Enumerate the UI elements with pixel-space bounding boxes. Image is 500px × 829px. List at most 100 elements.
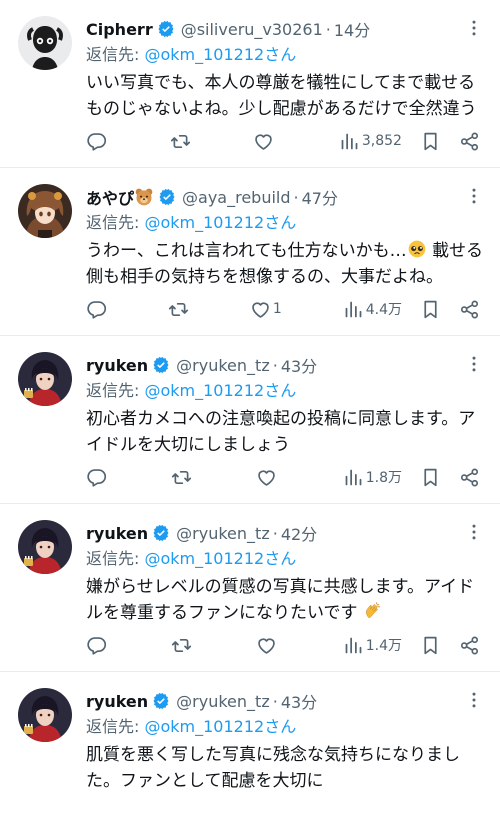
heart-icon bbox=[250, 299, 271, 320]
pleading-face-emoji-icon bbox=[407, 239, 427, 259]
user-handle[interactable]: @ryuken_tz bbox=[176, 692, 270, 711]
reply-mention-link[interactable]: @okm_101212さん bbox=[144, 45, 296, 64]
bear-emoji-icon bbox=[134, 187, 154, 207]
display-name[interactable]: ryuken bbox=[86, 356, 148, 375]
tweet-actions: 1.4万 bbox=[86, 633, 480, 657]
verified-badge-icon bbox=[152, 524, 170, 542]
display-name[interactable]: あやぴ bbox=[86, 185, 134, 209]
reply-tweet[interactable]: ryuken @ryuken_tz · 42分 返信先: @okm_101212… bbox=[0, 504, 500, 672]
right-actions: 3,852 bbox=[339, 131, 480, 152]
more-options-icon[interactable] bbox=[464, 690, 484, 710]
share-button[interactable] bbox=[459, 131, 480, 152]
display-name[interactable]: ryuken bbox=[86, 524, 148, 543]
reply-to-line: 返信先: @okm_101212さん bbox=[86, 378, 484, 404]
views-icon bbox=[343, 467, 364, 488]
bookmark-button[interactable] bbox=[420, 131, 441, 152]
user-handle[interactable]: @aya_rebuild bbox=[182, 188, 291, 207]
retweet-button[interactable] bbox=[168, 299, 189, 320]
reply-tweet[interactable]: あやぴ @aya_rebuild · 47分 返信先: @okm_101212さ… bbox=[0, 168, 500, 336]
bookmark-icon bbox=[420, 131, 441, 152]
reply-tweet[interactable]: Cipherr @siliveru_v30261 · 14分 返信先: @okm… bbox=[0, 0, 500, 168]
retweet-icon bbox=[168, 299, 189, 320]
retweet-button[interactable] bbox=[171, 467, 192, 488]
retweet-button[interactable] bbox=[171, 635, 192, 656]
views-button[interactable]: 1.8万 bbox=[343, 467, 402, 488]
reply-mention-link[interactable]: @okm_101212さん bbox=[144, 549, 296, 568]
reply-mention-link[interactable]: @okm_101212さん bbox=[144, 717, 296, 736]
timestamp[interactable]: 42分 bbox=[281, 521, 317, 545]
share-icon bbox=[459, 131, 480, 152]
reply-to-line: 返信先: @okm_101212さん bbox=[86, 210, 484, 236]
right-actions: 1.4万 bbox=[343, 635, 480, 656]
display-name[interactable]: Cipherr bbox=[86, 20, 153, 39]
timeline-feed: Cipherr @siliveru_v30261 · 14分 返信先: @okm… bbox=[0, 0, 500, 829]
share-icon bbox=[459, 467, 480, 488]
views-button[interactable]: 1.4万 bbox=[343, 635, 402, 656]
like-button[interactable]: 1 bbox=[250, 299, 282, 320]
bookmark-button[interactable] bbox=[420, 635, 441, 656]
ryuken-avatar[interactable] bbox=[18, 688, 72, 742]
display-name[interactable]: ryuken bbox=[86, 692, 148, 711]
user-handle[interactable]: @ryuken_tz bbox=[176, 524, 270, 543]
like-count: 1 bbox=[272, 301, 282, 317]
tweet-text: いい写真でも、本人の尊厳を犠牲にしてまで載せるものじゃないよね。少し配慮があるだ… bbox=[86, 73, 477, 119]
reply-button[interactable] bbox=[86, 635, 107, 656]
tweet-text: うわー、これは言われても仕方ないかも… 載せる側も相手の気持ちを想像するの、大事… bbox=[86, 238, 484, 290]
like-button[interactable] bbox=[253, 131, 276, 152]
views-button[interactable]: 3,852 bbox=[339, 131, 402, 152]
retweet-icon bbox=[171, 635, 192, 656]
timestamp[interactable]: 47分 bbox=[302, 185, 338, 209]
tweet-text-part: うわー、これは言われても仕方ないかも… bbox=[86, 241, 407, 261]
like-button[interactable] bbox=[256, 467, 279, 488]
retweet-button[interactable] bbox=[170, 131, 191, 152]
view-count: 3,852 bbox=[361, 133, 402, 149]
share-button[interactable] bbox=[459, 635, 480, 656]
cipherr-avatar[interactable] bbox=[18, 16, 72, 70]
more-options-icon[interactable] bbox=[464, 522, 484, 542]
timestamp[interactable]: 43分 bbox=[281, 689, 317, 713]
reply-icon bbox=[86, 467, 107, 488]
share-button[interactable] bbox=[459, 299, 480, 320]
tweet-actions: 1 4.4万 bbox=[86, 297, 480, 321]
right-actions: 1.8万 bbox=[343, 467, 480, 488]
more-options-icon[interactable] bbox=[464, 354, 484, 374]
view-count: 4.4万 bbox=[365, 302, 402, 318]
bookmark-button[interactable] bbox=[420, 467, 441, 488]
anime-girl-avatar[interactable] bbox=[18, 184, 72, 238]
verified-badge-icon bbox=[152, 692, 170, 710]
ryuken-avatar[interactable] bbox=[18, 352, 72, 406]
reply-mention-link[interactable]: @okm_101212さん bbox=[144, 381, 296, 400]
bookmark-button[interactable] bbox=[420, 299, 441, 320]
tweet-actions: 3,852 bbox=[86, 129, 480, 153]
separator-dot: · bbox=[293, 187, 299, 207]
reply-tweet[interactable]: ryuken @ryuken_tz · 43分 返信先: @okm_101212… bbox=[0, 336, 500, 504]
separator-dot: · bbox=[272, 523, 278, 543]
share-icon bbox=[459, 635, 480, 656]
reply-button[interactable] bbox=[86, 131, 107, 152]
views-button[interactable]: 4.4万 bbox=[343, 299, 402, 320]
separator-dot: · bbox=[272, 355, 278, 375]
tweet-text: 嫌がらせレベルの質感の写真に共感します。アイドルを尊重するファンになりたいです bbox=[86, 574, 484, 626]
reply-to-line: 返信先: @okm_101212さん bbox=[86, 714, 484, 740]
reply-tweet[interactable]: ryuken @ryuken_tz · 43分 返信先: @okm_101212… bbox=[0, 672, 500, 829]
view-count: 1.4万 bbox=[365, 638, 402, 654]
share-button[interactable] bbox=[459, 467, 480, 488]
like-button[interactable] bbox=[256, 635, 279, 656]
reply-icon bbox=[86, 299, 107, 320]
view-count: 1.8万 bbox=[365, 470, 402, 486]
reply-button[interactable] bbox=[86, 299, 107, 320]
more-options-icon[interactable] bbox=[464, 18, 484, 38]
tweet-text: 初心者カメコへの注意喚起の投稿に同意します。アイドルを大切にしましょう bbox=[86, 409, 476, 455]
reply-to-label: 返信先: bbox=[86, 381, 145, 400]
verified-badge-icon bbox=[157, 20, 175, 38]
user-handle[interactable]: @siliveru_v30261 bbox=[181, 20, 323, 39]
timestamp[interactable]: 14分 bbox=[334, 17, 370, 41]
timestamp[interactable]: 43分 bbox=[281, 353, 317, 377]
ryuken-avatar[interactable] bbox=[18, 520, 72, 574]
tweet-header: ryuken @ryuken_tz · 42分 bbox=[86, 520, 484, 546]
user-handle[interactable]: @ryuken_tz bbox=[176, 356, 270, 375]
more-options-icon[interactable] bbox=[464, 186, 484, 206]
reply-button[interactable] bbox=[86, 467, 107, 488]
reply-mention-link[interactable]: @okm_101212さん bbox=[144, 213, 296, 232]
retweet-icon bbox=[171, 467, 192, 488]
